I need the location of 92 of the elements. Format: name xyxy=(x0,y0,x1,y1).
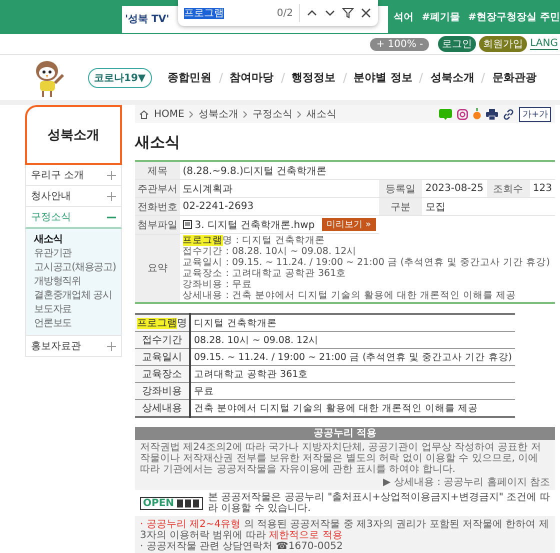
summary-line: 강좌비용 : 무료 xyxy=(182,279,253,290)
nav-menu-item[interactable]: 참여마당 xyxy=(230,70,274,85)
language-link[interactable]: LANG xyxy=(530,38,558,50)
nav-menu-item[interactable]: 성북소개 xyxy=(430,70,474,85)
breadcrumb-link[interactable]: HOME xyxy=(154,108,184,120)
filter-icon[interactable] xyxy=(342,7,354,19)
nav-menu-item[interactable]: 행정정보 xyxy=(292,70,336,85)
link-icon[interactable] xyxy=(503,108,514,120)
table-cell: 모집 xyxy=(422,198,555,216)
nav-menu-item[interactable]: 종합민원 xyxy=(168,70,212,85)
zoom-control[interactable]: + 100% - xyxy=(370,38,430,50)
table-cell: 무료 xyxy=(190,382,515,400)
table-cell: 도시계획과 xyxy=(180,180,380,198)
carrot-icon[interactable] xyxy=(473,108,482,120)
home-icon xyxy=(139,110,149,118)
table-header-cell: 주관부서 xyxy=(135,180,180,198)
nav-menu-item[interactable]: 문화관광 xyxy=(492,70,536,85)
sidebar-submenu-item[interactable]: 언론보도 xyxy=(34,317,72,331)
table-header-cell: 전화번호 xyxy=(135,198,180,216)
table-cell: 디지털 건축학개론 xyxy=(190,314,515,332)
license-condition-text: 본 공공저작물은 공공누리 "출처표시+상업적이용금지+변경금지" 조건에 따라 이용할 수 있습니다. xyxy=(208,492,550,514)
sidebar-submenu-item[interactable]: 보도자료 xyxy=(34,303,72,317)
hashtag-link[interactable]: 석어 xyxy=(394,10,414,24)
attachment-link[interactable]: 3. 디지털 건축학개론.hwp xyxy=(194,218,315,232)
table-header-cell: 교육일시 xyxy=(135,348,190,366)
hashtag-link[interactable]: #현장구청장실 주민 xyxy=(468,10,560,24)
font-size-button[interactable]: 가+가 xyxy=(519,106,551,122)
summary-line: 상세내용 : 건축 분야에서 디지털 기술의 활용에 대한 개론적인 이해를 제공 xyxy=(182,290,518,301)
chevron-icon xyxy=(189,110,194,118)
table-header-cell: 등록일 xyxy=(379,180,422,198)
chevron-icon xyxy=(243,110,248,118)
nav-menu-item[interactable]: 분야별 정보 xyxy=(354,70,412,85)
table-cell: 02-2241-2693 xyxy=(180,198,380,216)
sidebar-menu-item[interactable]: 우리구 소개 xyxy=(25,165,122,186)
find-input[interactable]: 프로그램 xyxy=(184,6,271,20)
sidebar-submenu-item[interactable]: 결혼중개업체 공시 xyxy=(34,289,112,303)
table-cell: 123 xyxy=(530,180,555,198)
breadcrumb-link[interactable]: 새소식 xyxy=(306,107,336,121)
breadcrumb-link[interactable]: 성북소개 xyxy=(198,107,238,121)
table-header-cell: 교육장소 xyxy=(135,366,190,382)
account-button[interactable]: 회원가입 xyxy=(479,36,528,52)
summary-line: 프로그램 명 : 디지털 건축학개론 xyxy=(182,235,326,246)
table-cell: 건축 분야에서 디지털 기술의 활용에 대한 개론적인 이해를 제공 xyxy=(190,400,515,417)
table-header-cell: 접수기간 xyxy=(135,332,190,348)
table-header-cell: 조회수 xyxy=(486,180,530,198)
menu-divider-icon xyxy=(280,72,285,82)
table-cell: 08.28. 10시 ~ 09.08. 12시 xyxy=(190,332,515,348)
summary-line: 접수기간 : 08.28. 10시 ~ 09.08. 12시 xyxy=(182,246,358,257)
table-header-cell: 프로그램 명 xyxy=(135,314,190,332)
summary-line: 교육장소 : 고려대학교 공학관 361호 xyxy=(182,268,348,279)
table-header-cell: 강좌비용 xyxy=(135,382,190,400)
open-license-badge: OPEN xyxy=(140,496,204,510)
table-header-cell: 요약 xyxy=(135,234,180,303)
table-cell: 고려대학교 공학관 361호 xyxy=(190,366,515,382)
page-title: 새소식 xyxy=(135,133,181,152)
menu-divider-icon xyxy=(419,72,424,82)
menu-divider-icon xyxy=(342,72,347,82)
table-cell: 09.15. ~ 11.24. / 19:00 ~ 21:00 금 (추석연휴 및 중간고사 기간 휴강) xyxy=(190,348,515,366)
covid-menu-button[interactable]: 코로나19▼ xyxy=(88,68,152,88)
table-header-cell: 구분 xyxy=(379,198,422,216)
table-header-cell: 첨부파일 xyxy=(135,216,180,234)
breadcrumb-link[interactable]: 구정소식 xyxy=(252,107,292,121)
menu-divider-icon xyxy=(218,72,223,82)
match-count: 0/2 xyxy=(276,8,293,18)
plus-icon xyxy=(107,192,116,200)
sidebar-submenu-item[interactable]: 새소식 xyxy=(34,233,62,247)
license-text: 저작권법 제24조의2에 따라 국가나 지방자치단체, 공공기관이 업무상 작성하여 공표한 저작물이나 저작재산권 전부를 보유한 저작물은 별도의 허락 없이 이용할 수 있으므로, 이에 따라 기관에서는 공공저작물을 자유이용에 관한 표시를 하여야 합니다. xyxy=(140,442,542,475)
sidebar-title: 성북소개 xyxy=(25,105,122,165)
file-icon xyxy=(182,220,192,229)
plus-icon xyxy=(107,170,116,180)
sidebar-menu-item[interactable]: 홍보자료관 xyxy=(25,336,122,357)
sidebar-menu-item[interactable]: 청사안내 xyxy=(25,186,122,207)
sidebar-submenu-item[interactable]: 개방형직위 xyxy=(34,275,82,289)
sidebar-submenu-item[interactable]: 고시공고(채용공고) xyxy=(34,261,116,275)
instagram-icon[interactable] xyxy=(457,108,468,120)
table-header-cell: 제목 xyxy=(135,161,180,180)
table-cell: (8.28.~9.8.)디지털 건축학개론 xyxy=(180,161,555,180)
account-button[interactable]: 로그인 xyxy=(438,36,476,52)
license-detail-link[interactable]: ▶ 상세내용 : 공공누리 홈페이지 참조 xyxy=(383,477,550,488)
summary-line: 교육일시 : 09.15. ~ 11.24. / 19:00 ~ 21:00 금 (추석연휴 및 중간고사 기간 휴강) xyxy=(182,257,551,268)
license-note: · 공공누리 제2~4유형 의 적용된 공공저작물 중 제3자의 권리가 포함된 저작물에 한하여 제3자의 이용허락 범위에 따라 제한적으로 적용 xyxy=(140,519,550,541)
table-header-cell: 상세내용 xyxy=(135,400,190,417)
close-icon[interactable] xyxy=(360,7,372,19)
print-icon[interactable] xyxy=(486,108,498,120)
sidebar-submenu-item[interactable]: 유관기관 xyxy=(34,247,72,261)
license-header: 공공누리 적용 xyxy=(135,427,555,440)
plus-icon xyxy=(107,342,116,350)
hashtag-link[interactable]: #폐기물 xyxy=(422,10,460,24)
license-note: · 공공저작물 관련 상담연락처 ☎1670-0052 xyxy=(140,541,344,552)
menu-divider-icon xyxy=(481,72,486,82)
chevron-icon xyxy=(297,110,302,118)
preview-button[interactable]: 미리보기 » xyxy=(322,218,376,231)
